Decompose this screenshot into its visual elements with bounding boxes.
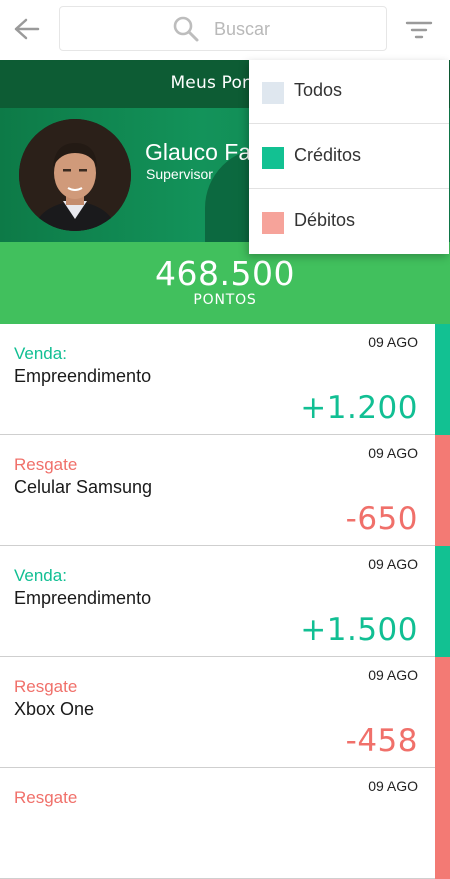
credit-indicator xyxy=(435,546,450,657)
search-icon xyxy=(173,16,199,42)
transaction-row[interactable]: Venda: Empreendimento 09 AGO +1.200 xyxy=(0,324,450,435)
filter-option-label: Créditos xyxy=(294,145,362,165)
filter-option-debitos[interactable]: Débitos xyxy=(249,190,449,254)
color-swatch xyxy=(262,147,284,169)
transaction-amount: +1.200 xyxy=(300,390,418,426)
credit-indicator xyxy=(435,324,450,435)
transaction-description: Empreendimento xyxy=(14,588,152,608)
transaction-amount: -458 xyxy=(345,723,418,759)
debit-indicator xyxy=(435,768,450,879)
filter-button[interactable] xyxy=(402,14,436,46)
transaction-amount: -650 xyxy=(345,501,418,537)
filter-option-creditos[interactable]: Créditos xyxy=(249,125,449,189)
transaction-date: 09 AGO xyxy=(368,667,418,683)
transaction-type: Venda: xyxy=(14,344,67,363)
transaction-date: 09 AGO xyxy=(368,445,418,461)
debit-indicator xyxy=(435,657,450,768)
search-input[interactable]: Buscar xyxy=(59,6,387,51)
filter-option-label: Todos xyxy=(294,80,343,100)
color-swatch xyxy=(262,212,284,234)
filter-option-label: Débitos xyxy=(294,210,356,230)
points-summary: 468.500 PONTOS xyxy=(0,242,450,324)
filter-dropdown: Todos Créditos Débitos xyxy=(249,60,449,254)
transaction-description: Xbox One xyxy=(14,699,95,719)
transaction-row[interactable]: Venda: Empreendimento 09 AGO +1.500 xyxy=(0,546,450,657)
user-name: Glauco Fa xyxy=(145,139,252,165)
transaction-description: Empreendimento xyxy=(14,366,152,386)
points-value: 468.500 xyxy=(155,254,295,293)
filter-option-todos[interactable]: Todos xyxy=(249,60,449,124)
transaction-date: 09 AGO xyxy=(368,556,418,572)
debit-indicator xyxy=(435,435,450,546)
transaction-row[interactable]: Resgate Xbox One 09 AGO -458 xyxy=(0,657,450,768)
transaction-date: 09 AGO xyxy=(368,778,418,794)
transaction-amount: +1.500 xyxy=(300,612,418,648)
transaction-description: Celular Samsung xyxy=(14,477,153,497)
color-swatch xyxy=(262,82,284,104)
transaction-date: 09 AGO xyxy=(368,334,418,350)
transaction-row[interactable]: Resgate Celular Samsung 09 AGO -650 xyxy=(0,435,450,546)
points-label: PONTOS xyxy=(193,292,257,308)
transaction-row[interactable]: Resgate 09 AGO xyxy=(0,768,450,879)
avatar xyxy=(19,119,131,231)
filter-icon xyxy=(405,21,433,39)
transaction-type: Resgate xyxy=(14,788,78,807)
transaction-type: Resgate xyxy=(14,677,78,696)
user-role: Supervisor xyxy=(146,166,213,182)
search-placeholder: Buscar xyxy=(214,19,271,39)
transaction-type: Resgate xyxy=(14,455,78,474)
arrow-left-icon xyxy=(14,18,40,40)
top-app-bar: Buscar xyxy=(0,0,450,60)
back-button[interactable] xyxy=(10,12,44,46)
transaction-type: Venda: xyxy=(14,566,67,585)
